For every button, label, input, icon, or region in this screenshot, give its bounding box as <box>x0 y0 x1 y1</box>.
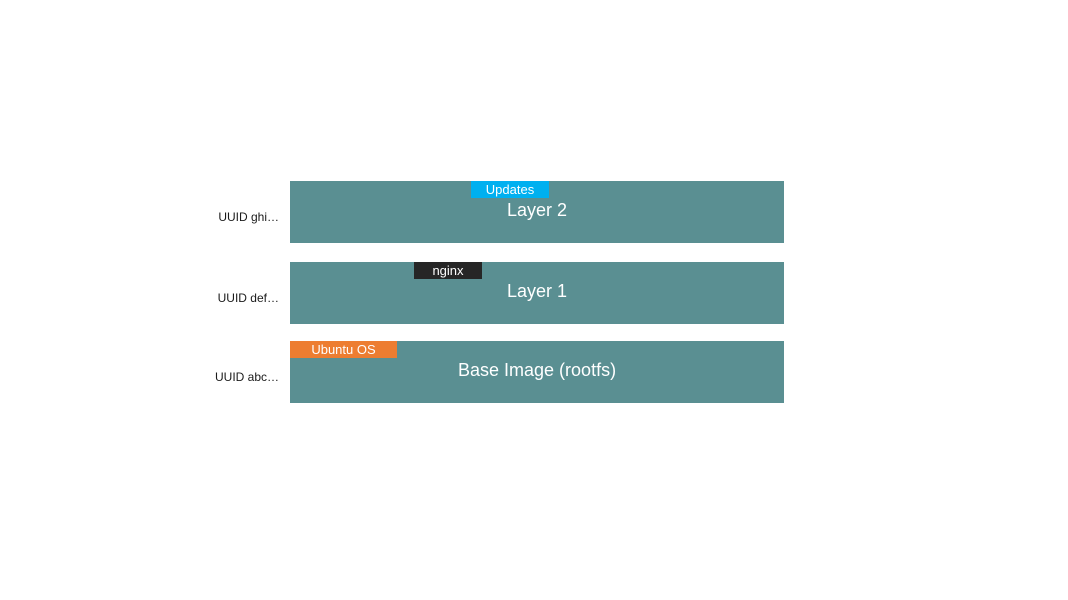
diagram-canvas: Updates Layer 2 UUID ghi… nginx Layer 1 … <box>0 0 1068 600</box>
tag-updates: Updates <box>471 181 549 198</box>
layer-title-2: Layer 2 <box>507 200 567 221</box>
tag-nginx: nginx <box>414 262 482 279</box>
uuid-label-def: UUID def… <box>199 291 279 305</box>
uuid-label-ghi: UUID ghi… <box>199 210 279 224</box>
tag-ubuntu: Ubuntu OS <box>290 341 397 358</box>
layer-title-1: Layer 1 <box>507 281 567 302</box>
uuid-label-abc: UUID abc… <box>199 370 279 384</box>
layer-title-base: Base Image (rootfs) <box>458 360 616 381</box>
